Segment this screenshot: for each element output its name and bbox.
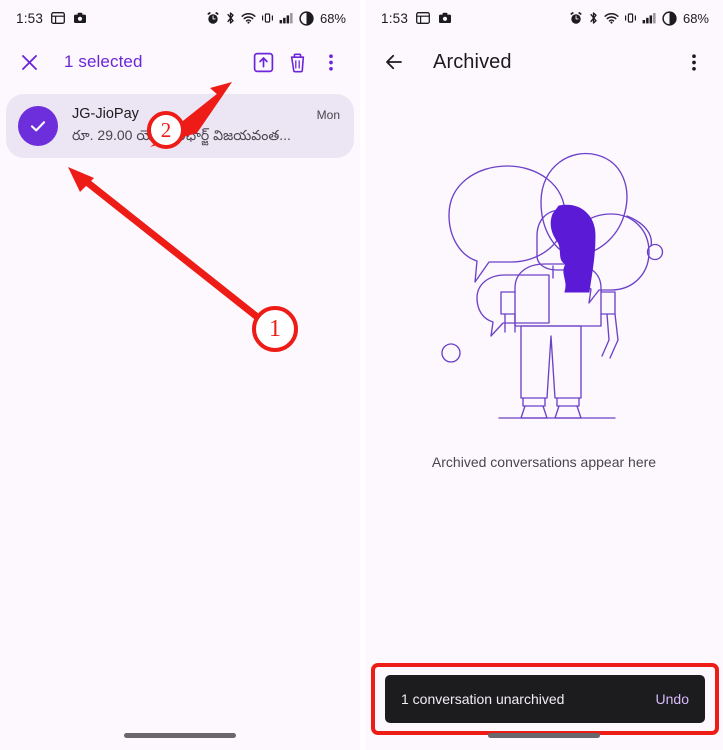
status-bar-left: 1:53: [381, 11, 452, 26]
unarchive-icon: [252, 51, 275, 74]
undo-button[interactable]: Undo: [656, 691, 689, 707]
conversation-timestamp: Mon: [316, 108, 340, 122]
status-bar: 1:53 68%: [0, 0, 360, 36]
empty-state: Archived conversations appear here: [365, 140, 723, 470]
status-bar: 1:53 68%: [365, 0, 723, 36]
conversation-text: JG-JioPay రూ. 29.00 యొక్క రీఛార్జ్ విజయవ…: [72, 105, 303, 146]
screenshot-icon: [416, 11, 431, 25]
close-icon: [19, 52, 40, 73]
overflow-menu-button[interactable]: [314, 45, 348, 79]
vibrate-icon: [261, 11, 274, 25]
right-phone-screen: 1:53 68% Archived Archived conversations…: [365, 0, 723, 750]
trash-icon: [286, 51, 309, 74]
annotation-step-1-badge: 1: [252, 306, 298, 352]
conversation-sender: JG-JioPay: [72, 106, 139, 122]
archived-app-bar: Archived: [365, 36, 723, 88]
selection-app-bar: 1 selected: [0, 36, 360, 88]
avatar[interactable]: [18, 105, 58, 146]
bluetooth-icon: [225, 11, 236, 25]
battery-percent-label: 68%: [319, 10, 346, 26]
battery-saver-icon: [299, 10, 314, 26]
snackbar-message: 1 conversation unarchived: [401, 691, 565, 707]
check-icon: [27, 115, 49, 137]
signal-icon: [279, 11, 294, 25]
alarm-icon: [206, 11, 220, 25]
selection-count-label: 1 selected: [64, 52, 143, 71]
camera-icon: [438, 11, 452, 25]
back-arrow-icon: [383, 51, 405, 73]
screenshot-root: 1:53 68% 1 selected JG-JioPay రూ. 29.00 …: [0, 0, 723, 750]
back-button[interactable]: [377, 45, 411, 79]
battery-saver-icon: [662, 10, 677, 26]
conversation-snippet: రూ. 29.00 యొక్క రీఛార్జ్ విజయవంత...: [72, 127, 291, 143]
nav-gesture-pill[interactable]: [124, 733, 236, 738]
annotation-step-2-badge: 2: [147, 111, 185, 149]
delete-button[interactable]: [280, 45, 314, 79]
alarm-icon: [569, 11, 583, 25]
wifi-icon: [241, 11, 256, 25]
status-bar-clock: 1:53: [16, 10, 44, 26]
overflow-menu-button[interactable]: [677, 45, 711, 79]
screenshot-icon: [51, 11, 66, 25]
battery-percent-label: 68%: [682, 10, 709, 26]
status-bar-right: 68%: [206, 11, 346, 26]
signal-icon: [642, 11, 657, 25]
page-title: Archived: [433, 50, 512, 73]
nav-gesture-pill[interactable]: [488, 733, 600, 738]
vibrate-icon: [624, 11, 637, 25]
status-bar-clock: 1:53: [381, 10, 409, 26]
hair-shape: [550, 204, 596, 293]
person-with-speech-bubbles-illustration: [419, 140, 669, 440]
left-phone-screen: 1:53 68% 1 selected JG-JioPay రూ. 29.00 …: [0, 0, 360, 750]
status-bar-left: 1:53: [16, 11, 87, 26]
close-selection-button[interactable]: [12, 45, 46, 79]
camera-icon: [73, 11, 87, 25]
bluetooth-icon: [588, 11, 599, 25]
unarchive-button[interactable]: [246, 45, 280, 79]
more-vert-icon: [684, 52, 704, 73]
snackbar: 1 conversation unarchived Undo: [385, 675, 705, 723]
empty-state-message: Archived conversations appear here: [431, 454, 657, 470]
wifi-icon: [604, 11, 619, 25]
status-bar-right: 68%: [569, 11, 709, 26]
more-vert-icon: [321, 52, 341, 73]
